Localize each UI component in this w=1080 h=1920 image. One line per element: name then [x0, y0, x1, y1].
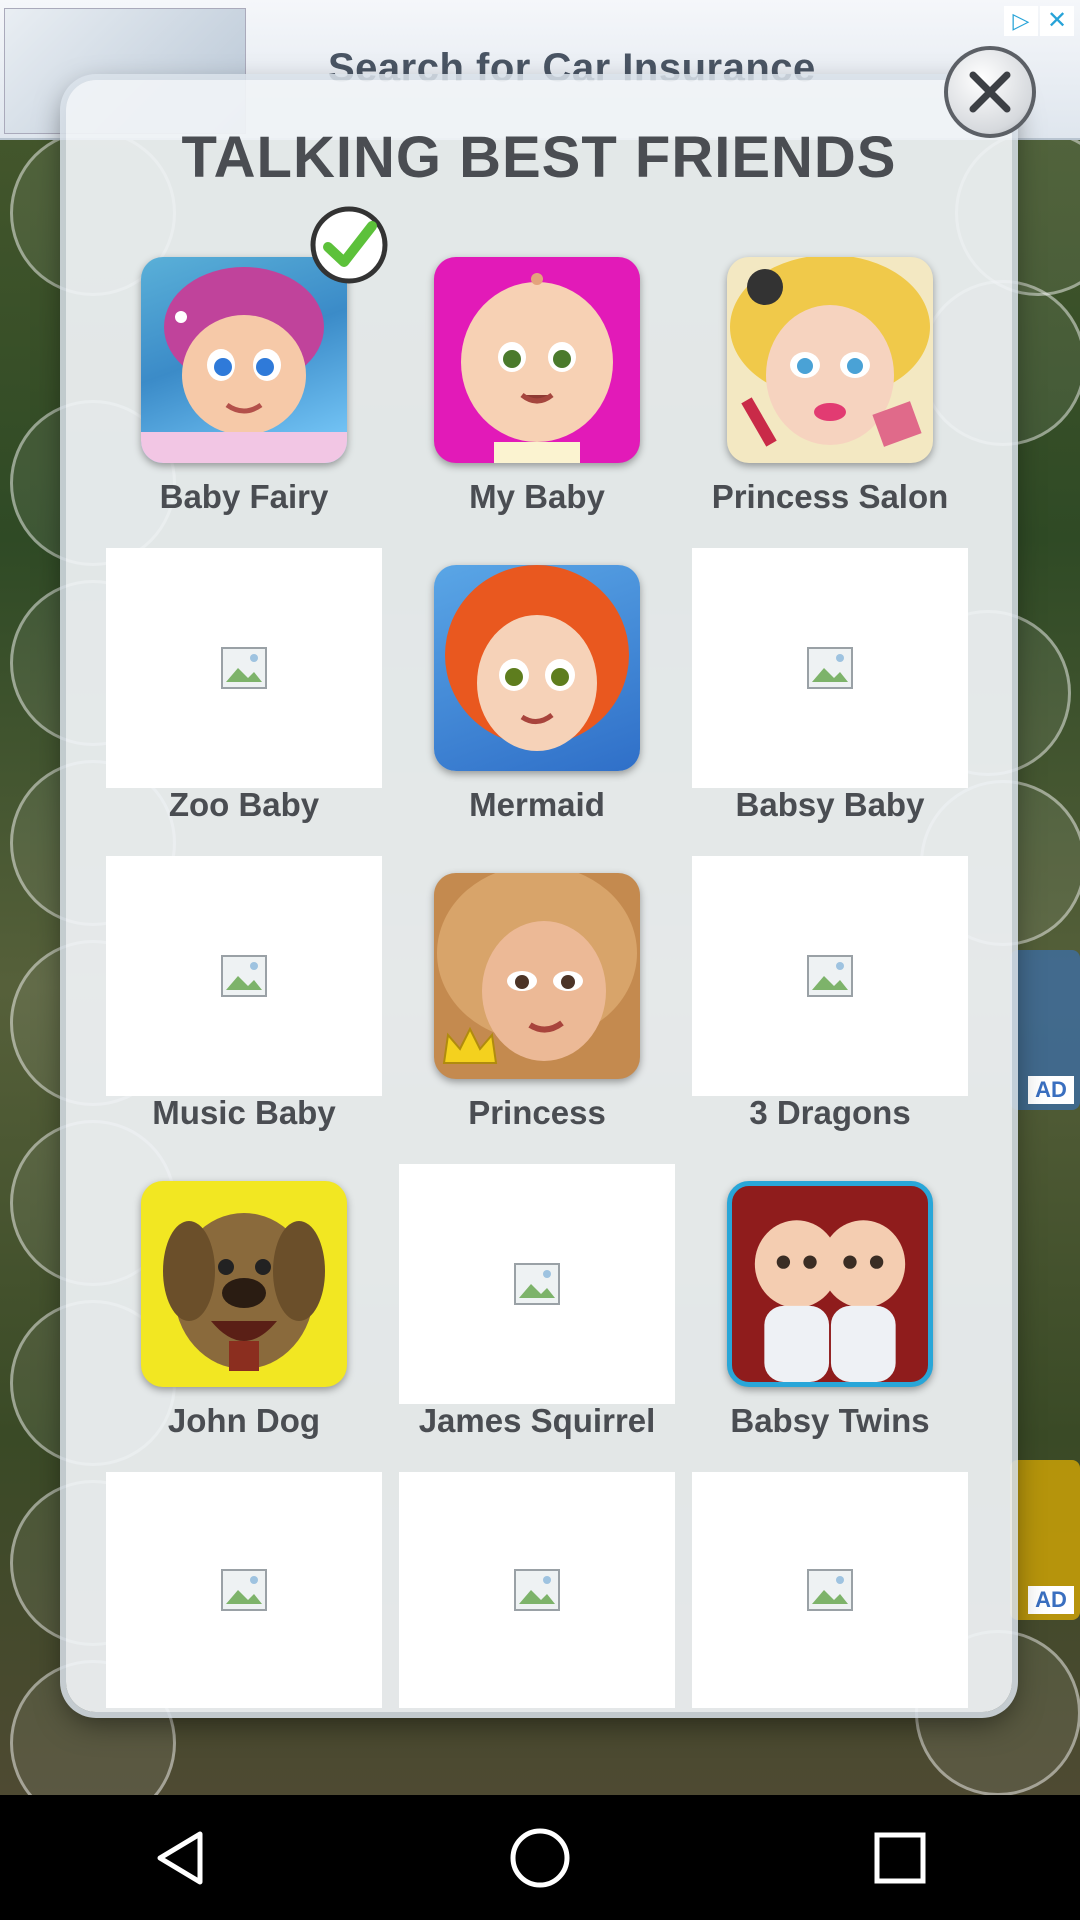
app-label: Babsy Twins: [730, 1402, 930, 1439]
recents-icon: [874, 1832, 926, 1883]
back-icon: [157, 1831, 203, 1884]
ad-close-icon[interactable]: ✕: [1040, 6, 1074, 36]
princess-icon: [434, 873, 640, 1079]
broken-image-icon: [807, 955, 853, 997]
app-tile-3-dragons[interactable]: 3 Dragons: [692, 846, 968, 1154]
app-thumbnail[interactable]: [106, 1164, 382, 1404]
nav-back-button[interactable]: [120, 1808, 240, 1908]
broken-image-icon: [221, 1569, 267, 1611]
princess-salon-icon: [727, 257, 933, 463]
home-icon: [510, 1828, 570, 1887]
app-label: Mermaid: [469, 786, 605, 823]
nav-recents-button[interactable]: [840, 1808, 960, 1908]
app-tile-babsy-twins[interactable]: Babsy Twins: [692, 1154, 968, 1462]
ad-choices-icon[interactable]: ▷: [1004, 6, 1038, 36]
app-thumbnail[interactable]: [692, 240, 968, 480]
app-thumbnail[interactable]: [692, 548, 968, 788]
app-label: John Dog: [167, 1402, 321, 1439]
app-thumbnail[interactable]: [399, 1164, 675, 1404]
app-tile-music-baby[interactable]: Music Baby: [106, 846, 382, 1154]
app-thumbnail[interactable]: [106, 548, 382, 788]
my-baby-icon: [434, 257, 640, 463]
app-tile-baby-fairy[interactable]: Baby Fairy: [106, 206, 388, 538]
bg-ad-badge: AD: [1028, 1586, 1074, 1614]
app-grid-more: [106, 1462, 972, 1708]
close-icon: [969, 71, 1011, 113]
john-dog-icon: [141, 1181, 347, 1387]
app-label: Music Baby: [152, 1094, 336, 1131]
broken-image-icon: [221, 647, 267, 689]
app-tile-more[interactable]: [692, 1462, 968, 1708]
app-thumbnail[interactable]: [106, 1472, 382, 1708]
app-thumbnail[interactable]: [692, 1472, 968, 1708]
dialog-close-button[interactable]: [944, 46, 1036, 138]
nav-home-button[interactable]: [480, 1808, 600, 1908]
broken-image-icon: [807, 647, 853, 689]
app-thumbnail[interactable]: [399, 1472, 675, 1708]
app-label: Babsy Baby: [735, 786, 925, 823]
babsy-twins-icon: [727, 1181, 933, 1387]
app-label: Princess: [468, 1094, 606, 1131]
checkmark-icon: [310, 206, 388, 284]
app-grid: Baby Fairy My Baby Princess Salon Zoo Ba…: [106, 206, 972, 1462]
app-thumbnail[interactable]: [399, 240, 675, 480]
app-tile-babsy-baby[interactable]: Babsy Baby: [692, 538, 968, 846]
app-thumbnail[interactable]: [399, 856, 675, 1096]
app-tile-mermaid[interactable]: Mermaid: [399, 538, 675, 846]
app-thumbnail[interactable]: [399, 548, 675, 788]
app-thumbnail[interactable]: [692, 856, 968, 1096]
app-label: James Squirrel: [418, 1402, 656, 1439]
app-thumbnail[interactable]: [692, 1164, 968, 1404]
broken-image-icon: [514, 1263, 560, 1305]
more-apps-dialog: TALKING BEST FRIENDS Baby Fairy My Baby …: [66, 80, 1012, 1712]
app-label: Princess Salon: [711, 478, 949, 515]
app-label: Baby Fairy: [159, 478, 329, 515]
app-thumbnail[interactable]: [106, 856, 382, 1096]
app-label: 3 Dragons: [749, 1094, 911, 1131]
app-tile-james-squirrel[interactable]: James Squirrel: [399, 1154, 675, 1462]
app-tile-my-baby[interactable]: My Baby: [399, 230, 675, 538]
broken-image-icon: [221, 955, 267, 997]
app-tile-more[interactable]: [106, 1462, 382, 1708]
app-tile-zoo-baby[interactable]: Zoo Baby: [106, 538, 382, 846]
app-tile-john-dog[interactable]: John Dog: [106, 1154, 382, 1462]
app-tile-princess[interactable]: Princess: [399, 846, 675, 1154]
broken-image-icon: [514, 1569, 560, 1611]
app-label: My Baby: [469, 478, 605, 515]
app-label: Zoo Baby: [168, 786, 320, 823]
dialog-title: TALKING BEST FRIENDS: [181, 125, 897, 190]
mermaid-icon: [434, 565, 640, 771]
app-tile-princess-salon[interactable]: Princess Salon: [692, 230, 968, 538]
broken-image-icon: [807, 1569, 853, 1611]
app-tile-more[interactable]: [399, 1462, 675, 1708]
system-nav-bar: [0, 1795, 1080, 1920]
bg-ad-badge: AD: [1028, 1076, 1074, 1104]
